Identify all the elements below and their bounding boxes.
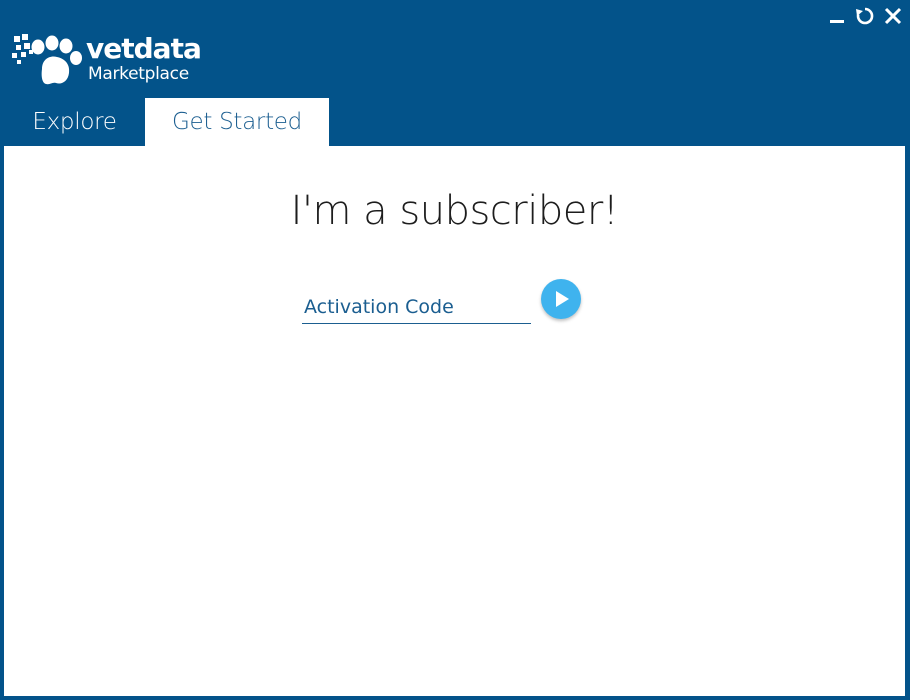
- activation-code-field: [302, 288, 531, 324]
- window-controls: [826, 4, 904, 28]
- restore-icon: [856, 7, 874, 25]
- minimize-icon: [830, 20, 844, 23]
- tab-get-started[interactable]: Get Started: [145, 98, 329, 146]
- submit-activation-button[interactable]: [541, 279, 581, 319]
- close-button[interactable]: [882, 5, 904, 27]
- activation-code-input[interactable]: [302, 288, 531, 322]
- paw-logo-icon: [12, 34, 82, 85]
- minimize-button[interactable]: [826, 5, 848, 27]
- restore-button[interactable]: [854, 5, 876, 27]
- logo-product-text: Marketplace: [88, 64, 189, 84]
- get-started-panel: I'm a subscriber!: [4, 146, 905, 696]
- main-tabs: Explore Get Started: [4, 98, 329, 146]
- close-icon: [884, 7, 902, 25]
- logo-brand-text: vetdata: [86, 32, 202, 65]
- page-title: I'm a subscriber!: [290, 188, 619, 234]
- app-window: vetdata Marketplace Explore Get Started …: [0, 0, 910, 700]
- vetdata-logo: vetdata Marketplace: [12, 32, 212, 89]
- play-arrow-icon: [556, 291, 569, 307]
- tab-explore[interactable]: Explore: [4, 98, 145, 146]
